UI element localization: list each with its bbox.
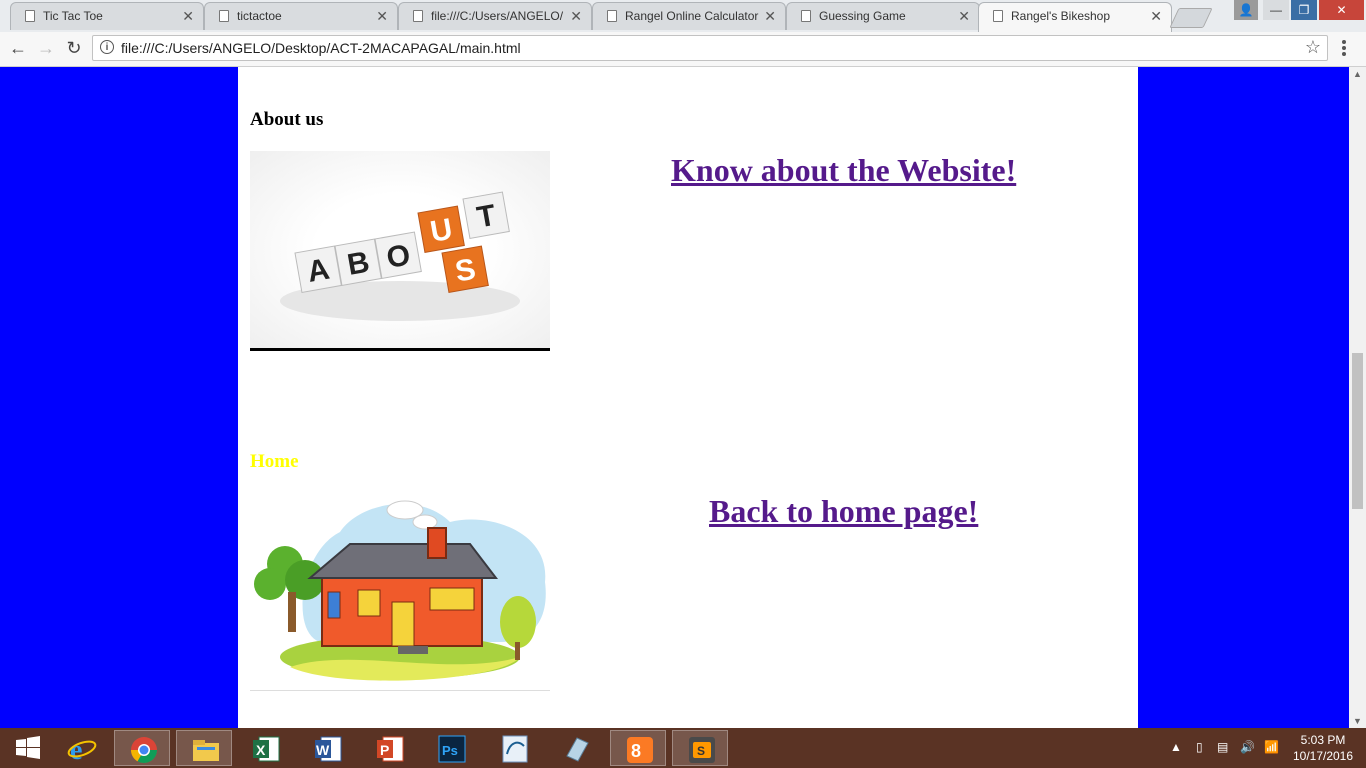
photoshop-icon[interactable]: Ps [423, 730, 479, 766]
tab-tic-tac-toe[interactable]: Tic Tac Toe ✕ [10, 2, 204, 30]
windows-taskbar: e X W P Ps 8 S ▲ ▯ ▤ 🔊 📶 5:03 PM 10/17/2… [0, 728, 1366, 768]
windows-logo-icon [16, 736, 40, 759]
powerpoint-icon[interactable]: P [361, 730, 417, 766]
content-column: About us A B O U T S Know about the Webs… [238, 67, 1138, 728]
divider [250, 348, 550, 351]
page-icon [219, 10, 229, 22]
scrollbar-thumb[interactable] [1352, 353, 1363, 509]
show-hidden-icons[interactable]: ▲ [1170, 740, 1182, 754]
back-home-link[interactable]: Back to home page! [709, 493, 978, 530]
tab-title: Rangel's Bikeshop [1011, 9, 1111, 23]
about-website-link[interactable]: Know about the Website! [671, 152, 1016, 189]
tab-title: Tic Tac Toe [43, 9, 103, 23]
tab-strip: Tic Tac Toe ✕ tictactoe ✕ file:///C:/Use… [0, 0, 1366, 33]
bookmark-star-icon[interactable]: ☆ [1305, 37, 1321, 58]
svg-text:X: X [256, 742, 266, 758]
close-window-button[interactable]: ✕ [1319, 0, 1364, 20]
house-icon [254, 500, 546, 681]
forward-icon[interactable]: → [35, 38, 57, 59]
xampp-icon[interactable]: 8 [610, 730, 666, 766]
volume-icon[interactable]: 🔊 [1240, 740, 1255, 754]
tab-title: Guessing Game [819, 9, 906, 23]
tab-title: tictactoe [237, 9, 282, 23]
browser-toolbar: ← → ↻ i file:///C:/Users/ANGELO/Desktop/… [0, 32, 1366, 67]
close-icon[interactable]: ✕ [958, 8, 970, 25]
user-icon[interactable]: 👤 [1234, 0, 1258, 20]
svg-text:S: S [697, 744, 705, 758]
menu-icon[interactable] [1342, 40, 1346, 58]
tab-calculator[interactable]: Rangel Online Calculator ✕ [592, 2, 786, 30]
clock-date: 10/17/2016 [1292, 749, 1354, 763]
about-heading: About us [250, 109, 324, 130]
scroll-up-icon[interactable]: ▲ [1353, 69, 1362, 79]
battery-icon[interactable]: ▯ [1196, 740, 1203, 754]
tab-bikeshop[interactable]: Rangel's Bikeshop ✕ [978, 2, 1172, 32]
restore-button[interactable]: ❐ [1291, 0, 1317, 20]
tab-file[interactable]: file:///C:/Users/ANGELO/ ✕ [398, 2, 592, 30]
start-button[interactable] [0, 730, 56, 766]
page-icon [25, 10, 35, 22]
tab-tictactoe[interactable]: tictactoe ✕ [204, 2, 398, 30]
close-icon[interactable]: ✕ [182, 8, 194, 25]
address-bar[interactable]: i file:///C:/Users/ANGELO/Desktop/ACT-2M… [92, 35, 1328, 61]
page-icon [993, 10, 1003, 22]
chrome-icon[interactable] [114, 730, 170, 766]
home-heading: Home [250, 451, 299, 472]
page-viewport: About us A B O U T S Know about the Webs… [0, 67, 1349, 728]
svg-text:8: 8 [631, 741, 641, 761]
about-us-blocks-icon: A B O U T S [280, 191, 520, 321]
svg-text:W: W [316, 742, 330, 758]
page-icon [413, 10, 423, 22]
about-us-image: A B O U T S [250, 151, 550, 349]
sublime-text-icon[interactable]: S [672, 730, 728, 766]
vertical-scrollbar[interactable]: ▲ ▼ [1349, 67, 1366, 728]
close-icon[interactable]: ✕ [570, 8, 582, 25]
excel-icon[interactable]: X [237, 730, 293, 766]
url-text[interactable]: file:///C:/Users/ANGELO/Desktop/ACT-2MAC… [121, 40, 521, 56]
svg-text:P: P [380, 742, 389, 758]
clock[interactable]: 5:03 PM 10/17/2016 [1290, 732, 1356, 764]
reload-icon[interactable]: ↻ [63, 38, 85, 59]
scroll-down-icon[interactable]: ▼ [1353, 716, 1362, 726]
word-icon[interactable]: W [299, 730, 355, 766]
close-icon[interactable]: ✕ [1150, 8, 1162, 25]
close-icon[interactable]: ✕ [376, 8, 388, 25]
clock-time: 5:03 PM [1300, 733, 1346, 747]
tab-title: Rangel Online Calculator [625, 9, 759, 23]
tab-guessing-game[interactable]: Guessing Game ✕ [786, 2, 980, 30]
page-icon [607, 10, 617, 22]
mysql-installer-icon[interactable] [486, 730, 542, 766]
svg-text:Ps: Ps [442, 743, 458, 758]
network-icon[interactable]: 📶 [1264, 740, 1279, 754]
home-image [250, 492, 550, 691]
action-center-icon[interactable]: ▤ [1217, 740, 1228, 754]
tab-title: file:///C:/Users/ANGELO/ [431, 9, 564, 23]
new-tab-button[interactable] [1169, 8, 1213, 28]
file-explorer-icon[interactable] [176, 730, 232, 766]
internet-explorer-icon[interactable]: e [53, 730, 109, 766]
close-icon[interactable]: ✕ [764, 8, 776, 25]
page-icon [801, 10, 811, 22]
back-icon[interactable]: ← [7, 38, 29, 59]
minimize-button[interactable]: — [1263, 0, 1289, 20]
app-icon[interactable] [548, 730, 604, 766]
svg-text:e: e [70, 735, 82, 764]
info-icon[interactable]: i [100, 40, 114, 54]
